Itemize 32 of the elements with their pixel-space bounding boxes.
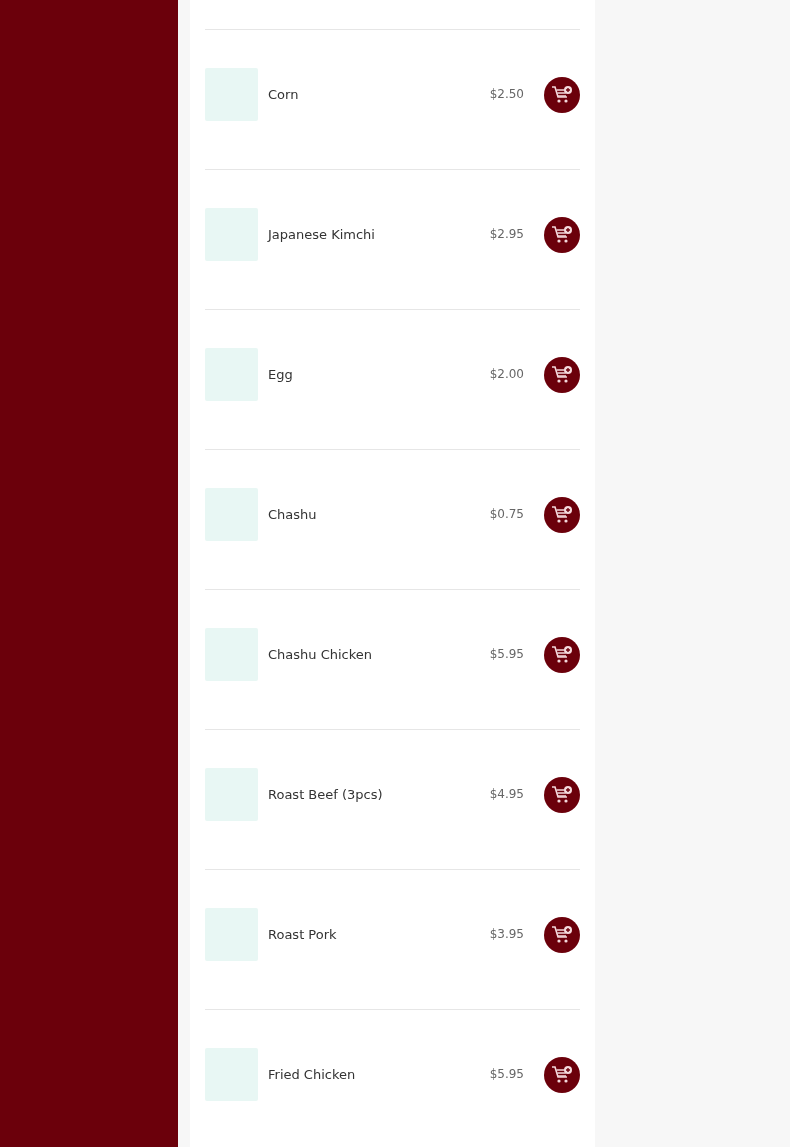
add-to-cart-button[interactable] (544, 776, 580, 813)
item-name: Fried Chicken (268, 1066, 357, 1084)
item-price: $2.00 (489, 366, 524, 383)
item-price: $5.95 (489, 1066, 524, 1083)
item-name: Roast Beef (3pcs) (268, 786, 384, 804)
item-name: Roast Pork (268, 926, 338, 944)
item-price: $0.75 (489, 506, 524, 523)
item-name: Chashu Chicken (268, 646, 374, 664)
item-name: Egg (268, 366, 294, 384)
item-price: $3.95 (489, 926, 524, 943)
item-price: $5.95 (489, 646, 524, 663)
add-to-cart-button[interactable] (544, 916, 580, 953)
item-name: Japanese Kimchi (268, 226, 376, 244)
cart-plus-icon (551, 784, 573, 805)
item-price: $2.50 (489, 86, 524, 103)
add-to-cart-button[interactable] (544, 356, 580, 393)
cart-plus-icon (551, 504, 573, 525)
add-to-cart-button[interactable] (544, 76, 580, 113)
add-to-cart-button[interactable] (544, 636, 580, 673)
cart-plus-icon (551, 644, 573, 665)
add-to-cart-button[interactable] (544, 496, 580, 533)
item-name: Corn (268, 86, 300, 104)
cart-plus-icon (551, 1064, 573, 1085)
item-name: Chashu (268, 506, 318, 524)
cart-plus-icon (551, 84, 573, 105)
cart-plus-icon (551, 364, 573, 385)
cart-plus-icon (551, 924, 573, 945)
add-to-cart-button[interactable] (544, 216, 580, 253)
add-to-cart-button[interactable] (544, 1056, 580, 1093)
item-price: $4.95 (489, 786, 524, 803)
item-price: $2.95 (489, 226, 524, 243)
cart-plus-icon (551, 224, 573, 245)
